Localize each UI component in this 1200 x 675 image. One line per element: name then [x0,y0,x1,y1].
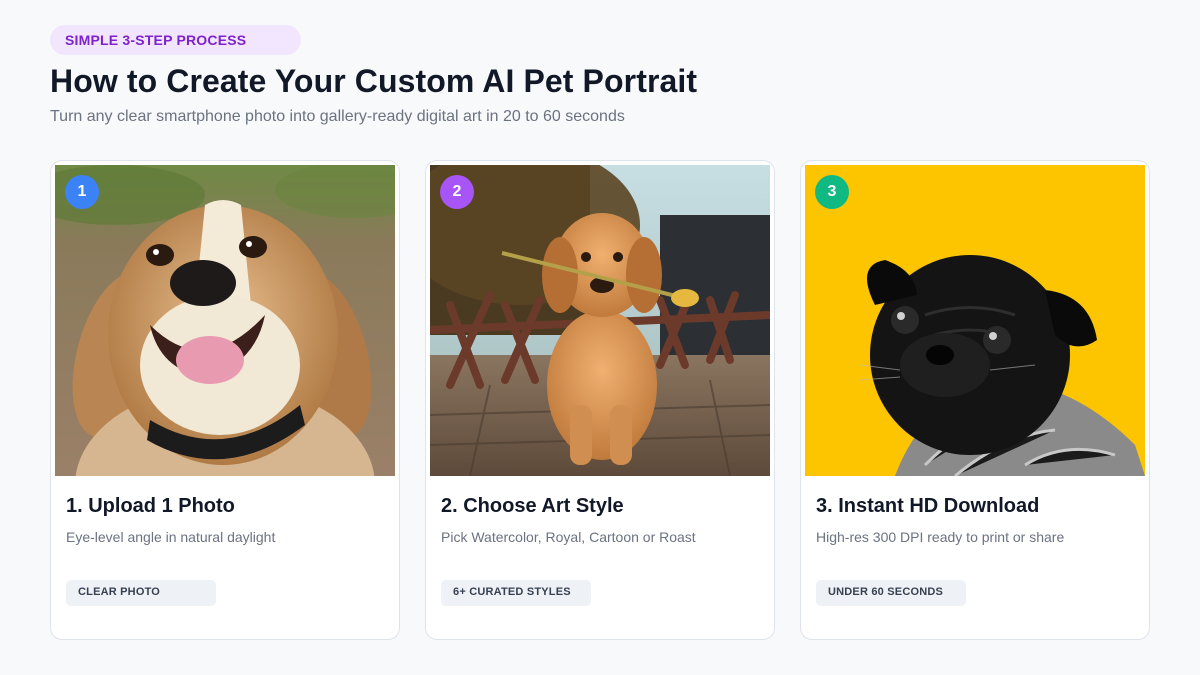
steps-grid: 1 1. Upload 1 Photo Eye-level angle in n… [50,160,1150,640]
step-number-badge: 3 [815,175,849,209]
process-badge: SIMPLE 3-STEP PROCESS [50,25,301,55]
page-title: How to Create Your Custom AI Pet Portrai… [50,63,698,99]
beagle-photo [55,165,395,476]
step-title: 3. Instant HD Download [816,495,1040,517]
step-number-badge: 2 [440,175,474,209]
step-title: 1. Upload 1 Photo [66,495,235,517]
step-description: Pick Watercolor, Royal, Cartoon or Roast [441,529,696,545]
step-title: 2. Choose Art Style [441,495,624,517]
step-description: High-res 300 DPI ready to print or share [816,529,1065,545]
page-subtitle: Turn any clear smartphone photo into gal… [50,108,625,125]
step-description: Eye-level angle in natural daylight [66,529,276,545]
step-tag: CLEAR PHOTO [66,580,216,606]
step-tag: 6+ CURATED STYLES [441,580,591,606]
golden-retriever-photo [430,165,770,476]
pug-photo [805,165,1145,476]
step-number-badge: 1 [65,175,99,209]
step-card-2[interactable]: 2 2. Choose Art Style Pick Watercolor, R… [425,160,775,640]
step-card-3[interactable]: 3 3. Instant HD Download High-res 300 DP… [800,160,1150,640]
step-tag: UNDER 60 SECONDS [816,580,966,606]
step-card-1[interactable]: 1 1. Upload 1 Photo Eye-level angle in n… [50,160,400,640]
